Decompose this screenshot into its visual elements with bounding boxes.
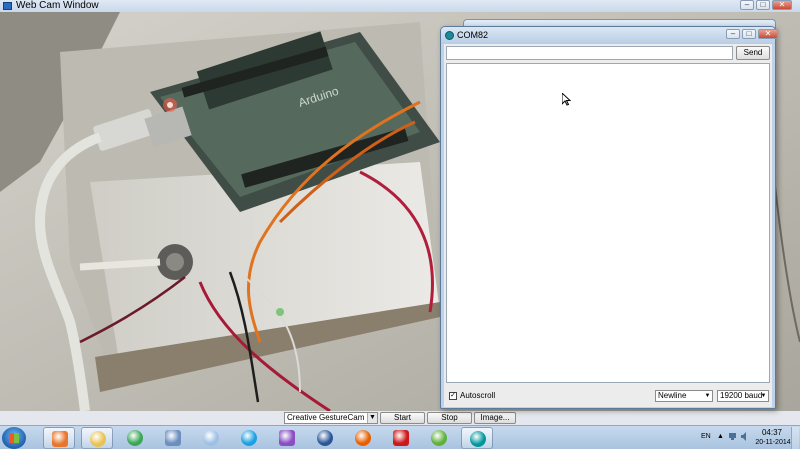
taskbar-item[interactable] bbox=[271, 427, 303, 449]
show-hidden-icons-icon[interactable]: ▲ bbox=[717, 433, 724, 440]
minimize-button[interactable]: – bbox=[726, 29, 740, 39]
volume-icon[interactable] bbox=[740, 432, 749, 441]
unknown-app-icon bbox=[165, 430, 181, 446]
autoscroll-checkbox[interactable]: ✓ bbox=[449, 392, 457, 400]
podcast-app-icon bbox=[279, 430, 295, 446]
send-input[interactable] bbox=[446, 46, 733, 60]
arduino-icon bbox=[470, 431, 486, 447]
serial-monitor-window: COM82 – □ ✕ Send ✓ Autoscroll Newline ▼ … bbox=[440, 26, 778, 409]
firefox-icon bbox=[355, 430, 371, 446]
taskbar-item[interactable] bbox=[385, 427, 417, 449]
show-desktop-button[interactable] bbox=[791, 427, 799, 449]
baud-rate-value: 19200 baud bbox=[720, 391, 763, 400]
line-ending-value: Newline bbox=[658, 391, 687, 400]
start-button[interactable] bbox=[2, 427, 26, 449]
send-button[interactable]: Send bbox=[736, 46, 770, 60]
webcam-window-buttons: – □ ✕ bbox=[738, 0, 792, 11]
serial-monitor-titlebar[interactable]: COM82 – □ ✕ bbox=[441, 27, 778, 44]
media-player-icon bbox=[52, 431, 68, 447]
skype-icon bbox=[241, 430, 257, 446]
taskbar: EN ▲ 04:37 20-11-2014 bbox=[0, 425, 800, 449]
taskbar-item[interactable] bbox=[81, 427, 113, 449]
close-button[interactable]: ✕ bbox=[758, 29, 778, 39]
windows-logo-icon bbox=[9, 433, 19, 443]
paint-icon bbox=[203, 430, 219, 446]
camera-select[interactable]: Creative GestureCam ▼ bbox=[284, 412, 378, 424]
chevron-down-icon: ▼ bbox=[704, 393, 711, 399]
taskbar-item[interactable] bbox=[43, 427, 75, 449]
line-ending-select[interactable]: Newline ▼ bbox=[655, 390, 713, 402]
taskbar-item[interactable] bbox=[461, 427, 493, 449]
serial-monitor-footer: ✓ Autoscroll Newline ▼ 19200 baud ▼ bbox=[444, 386, 772, 407]
taskbar-item[interactable] bbox=[195, 427, 227, 449]
network-icon[interactable] bbox=[728, 432, 737, 441]
language-indicator[interactable]: EN bbox=[701, 433, 711, 440]
clock-date[interactable]: 20-11-2014 bbox=[753, 438, 793, 447]
chevron-down-icon: ▼ bbox=[760, 393, 767, 399]
word-icon bbox=[317, 430, 333, 446]
serial-output[interactable] bbox=[446, 63, 770, 383]
webcam-window-title: Web Cam Window bbox=[16, 0, 99, 11]
opera-icon bbox=[393, 430, 409, 446]
minimize-button[interactable]: – bbox=[740, 0, 754, 10]
chevron-down-icon: ▼ bbox=[367, 413, 377, 423]
taskbar-item[interactable] bbox=[233, 427, 265, 449]
taskbar-item[interactable] bbox=[309, 427, 341, 449]
people-app-icon bbox=[431, 430, 447, 446]
serial-monitor-window-buttons: – □ ✕ bbox=[724, 29, 778, 40]
maximize-button[interactable]: □ bbox=[756, 0, 770, 10]
baud-rate-select[interactable]: 19200 baud ▼ bbox=[717, 390, 769, 402]
arduino-icon bbox=[445, 31, 454, 40]
webcam-app-icon bbox=[3, 2, 12, 10]
taskbar-item[interactable] bbox=[119, 427, 151, 449]
image-button[interactable]: Image... bbox=[474, 412, 516, 424]
maximize-button[interactable]: □ bbox=[742, 29, 756, 39]
close-button[interactable]: ✕ bbox=[772, 0, 792, 10]
stop-button[interactable]: Stop bbox=[427, 412, 472, 424]
file-explorer-icon bbox=[90, 431, 106, 447]
webcam-controls: Creative GestureCam ▼ Start Stop Image..… bbox=[0, 411, 800, 425]
serial-monitor-title: COM82 bbox=[457, 30, 489, 40]
camera-select-value: Creative GestureCam bbox=[287, 413, 365, 422]
taskbar-item[interactable] bbox=[157, 427, 189, 449]
start-button[interactable]: Start bbox=[380, 412, 425, 424]
mouse-cursor-icon bbox=[562, 93, 571, 106]
taskbar-item[interactable] bbox=[423, 427, 455, 449]
clock-time[interactable]: 04:37 bbox=[755, 428, 789, 437]
taskbar-item[interactable] bbox=[347, 427, 379, 449]
serial-monitor-body: Send ✓ Autoscroll Newline ▼ 19200 baud ▼ bbox=[444, 44, 772, 407]
system-tray: EN ▲ 04:37 20-11-2014 bbox=[695, 426, 800, 449]
autoscroll-label: Autoscroll bbox=[460, 391, 496, 400]
chrome-icon bbox=[127, 430, 143, 446]
webcam-titlebar[interactable]: Web Cam Window – □ ✕ bbox=[0, 0, 800, 12]
